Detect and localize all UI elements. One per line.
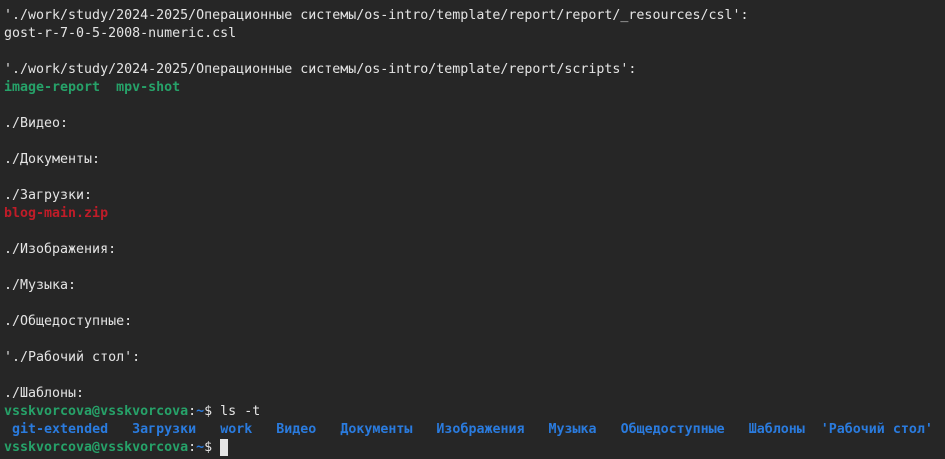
prompt-user-host: vsskvorcova@vsskvorcova <box>4 440 189 455</box>
file-executable: mpv-shot <box>116 80 181 95</box>
output-line: gost-r-7-0-5-2008-numeric.csl <box>4 26 237 41</box>
dir-entry: Изображения <box>436 422 525 437</box>
ls-output: git-extended Загрузки work Видео Докумен… <box>4 421 945 439</box>
dir-entry: Загрузки <box>132 422 197 437</box>
prompt-user-host: vsskvorcova@vsskvorcova <box>4 404 189 419</box>
dir-entry: 'Рабочий стол' <box>820 422 933 437</box>
terminal-window[interactable]: './work/study/2024-2025/Операционные сис… <box>0 0 945 459</box>
dir-entry: Общедоступные <box>620 422 725 437</box>
output-line: ./Музыка: <box>4 278 77 293</box>
output-line: ./Изображения: <box>4 242 117 257</box>
dir-entry: git-extended <box>12 422 109 437</box>
dir-entry: Видео <box>276 422 317 437</box>
downloads-listing: blog-main.zip <box>4 205 945 223</box>
file-executable: image-report <box>4 80 101 95</box>
output-line: ./Видео: <box>4 116 69 131</box>
output-line: ./Загрузки: <box>4 188 93 203</box>
file-archive: blog-main.zip <box>4 206 109 221</box>
command-prompt-active[interactable]: vsskvorcova@vsskvorcova:~$ <box>4 439 945 457</box>
prompt-path: :~$ <box>188 404 220 419</box>
dir-entry: Шаблоны <box>748 422 805 437</box>
prompt-separator: :~$ <box>188 440 221 455</box>
dir-entry: work <box>220 422 253 437</box>
prompt-separator: :~$ <box>188 404 221 419</box>
output-line: './work/study/2024-2025/Операционные сис… <box>4 62 637 77</box>
output-line: './work/study/2024-2025/Операционные сис… <box>4 8 749 23</box>
output-line: './Рабочий стол': <box>4 350 141 365</box>
cursor-block <box>220 439 229 456</box>
output-line: ./Общедоступные: <box>4 314 133 329</box>
dir-entry: Документы <box>340 422 413 437</box>
output-line: ./Шаблоны: <box>4 386 85 401</box>
scripts-listing: image-report mpv-shot <box>4 79 945 97</box>
command-text: ls -t <box>220 404 261 419</box>
dir-entry: Музыка <box>548 422 597 437</box>
output-line: ./Документы: <box>4 152 101 167</box>
command-prompt: vsskvorcova@vsskvorcova:~$ ls -t <box>4 403 945 421</box>
